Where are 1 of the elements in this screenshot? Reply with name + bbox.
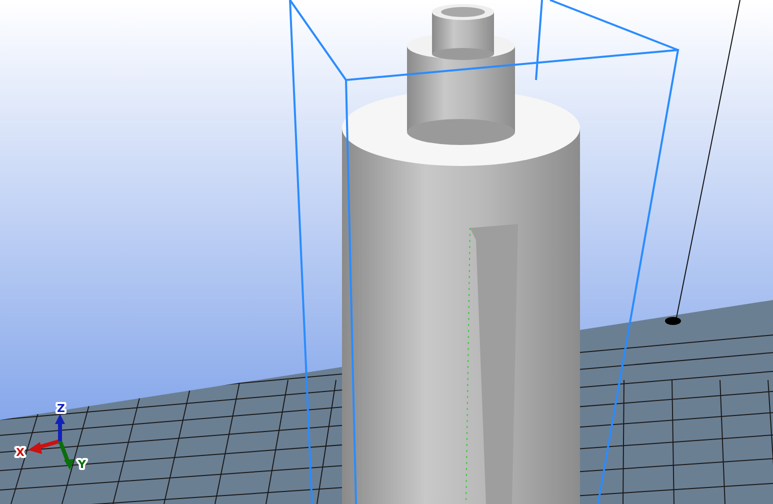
point-marker: [665, 317, 681, 325]
